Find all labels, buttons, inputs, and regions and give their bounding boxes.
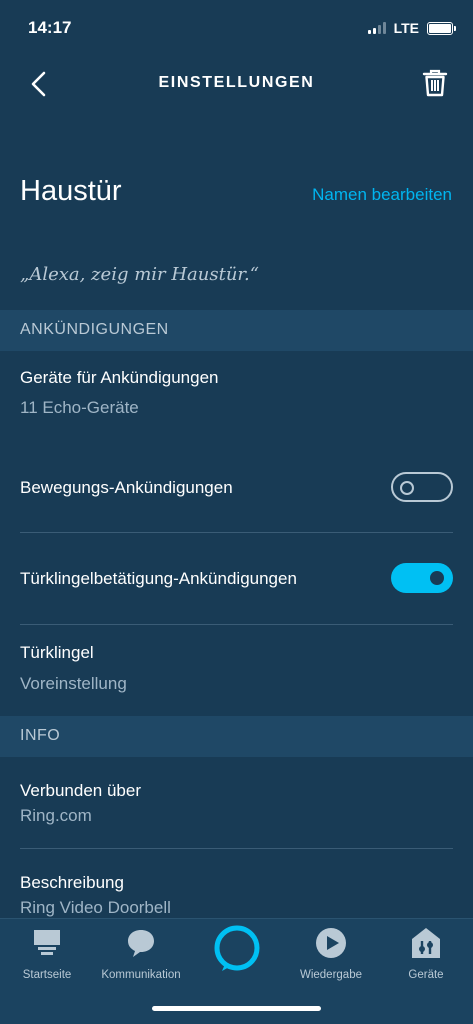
delete-button[interactable] [421,68,449,98]
toggle-knob [400,481,414,495]
row-value: 11 Echo-Geräte [20,398,139,417]
device-name: Haustür [20,175,122,207]
alexa-button[interactable] [211,923,263,975]
row-value: Ring Video Doorbell [20,898,171,917]
section-title: ANKÜNDIGUNGEN [20,321,169,338]
toggle-knob [430,571,444,585]
voice-hint: „Alexa, zeig mir Haustür.“ [20,264,259,285]
nav-label: Startseite [22,969,72,981]
doorbell-announcements-toggle[interactable] [391,563,453,593]
chat-bubble-icon [128,930,154,957]
edit-name-link[interactable]: Namen bearbeiten [312,185,452,205]
section-title: INFO [20,727,61,744]
nav-communication[interactable]: Kommunikation [94,927,188,981]
nav-play[interactable]: Wiedergabe [284,927,378,981]
nav-home[interactable]: Startseite [0,927,94,981]
home-indicator [152,1006,321,1011]
signal-icon [367,22,386,34]
motion-announcements-toggle[interactable] [391,472,453,502]
battery-icon [427,21,456,35]
row-title: Geräte für Ankündigungen [20,368,219,387]
row-title: Türklingel [20,643,94,662]
row-value: Voreinstellung [20,674,127,693]
nav-label: Wiedergabe [299,969,362,981]
home-icon [34,930,60,955]
status-indicators: LTE [367,20,456,36]
row-label: Türklingelbetätigung-Ankündigungen [20,569,297,588]
divider [20,532,453,533]
row-title: Verbunden über [20,781,141,800]
section-header-announcements: ANKÜNDIGUNGEN [0,310,473,351]
nav-devices[interactable]: Geräte [379,927,473,981]
page-title: EINSTELLUNGEN [158,74,315,91]
nav-label: Kommunikation [101,969,181,981]
divider [20,848,453,849]
nav-label: Geräte [408,969,444,981]
status-time: 14:17 [28,18,72,37]
section-header-info: INFO [0,716,473,757]
divider [20,624,453,625]
play-icon [316,928,346,958]
header: EINSTELLUNGEN [0,56,473,112]
network-label: LTE [393,20,419,36]
alexa-ring-icon [214,925,260,971]
trash-icon [422,69,448,97]
status-bar: 14:17 LTE [0,0,473,56]
row-title: Beschreibung [20,873,124,892]
devices-icon [412,928,440,958]
row-value: Ring.com [20,806,92,825]
row-label: Bewegungs-Ankündigungen [20,478,233,497]
